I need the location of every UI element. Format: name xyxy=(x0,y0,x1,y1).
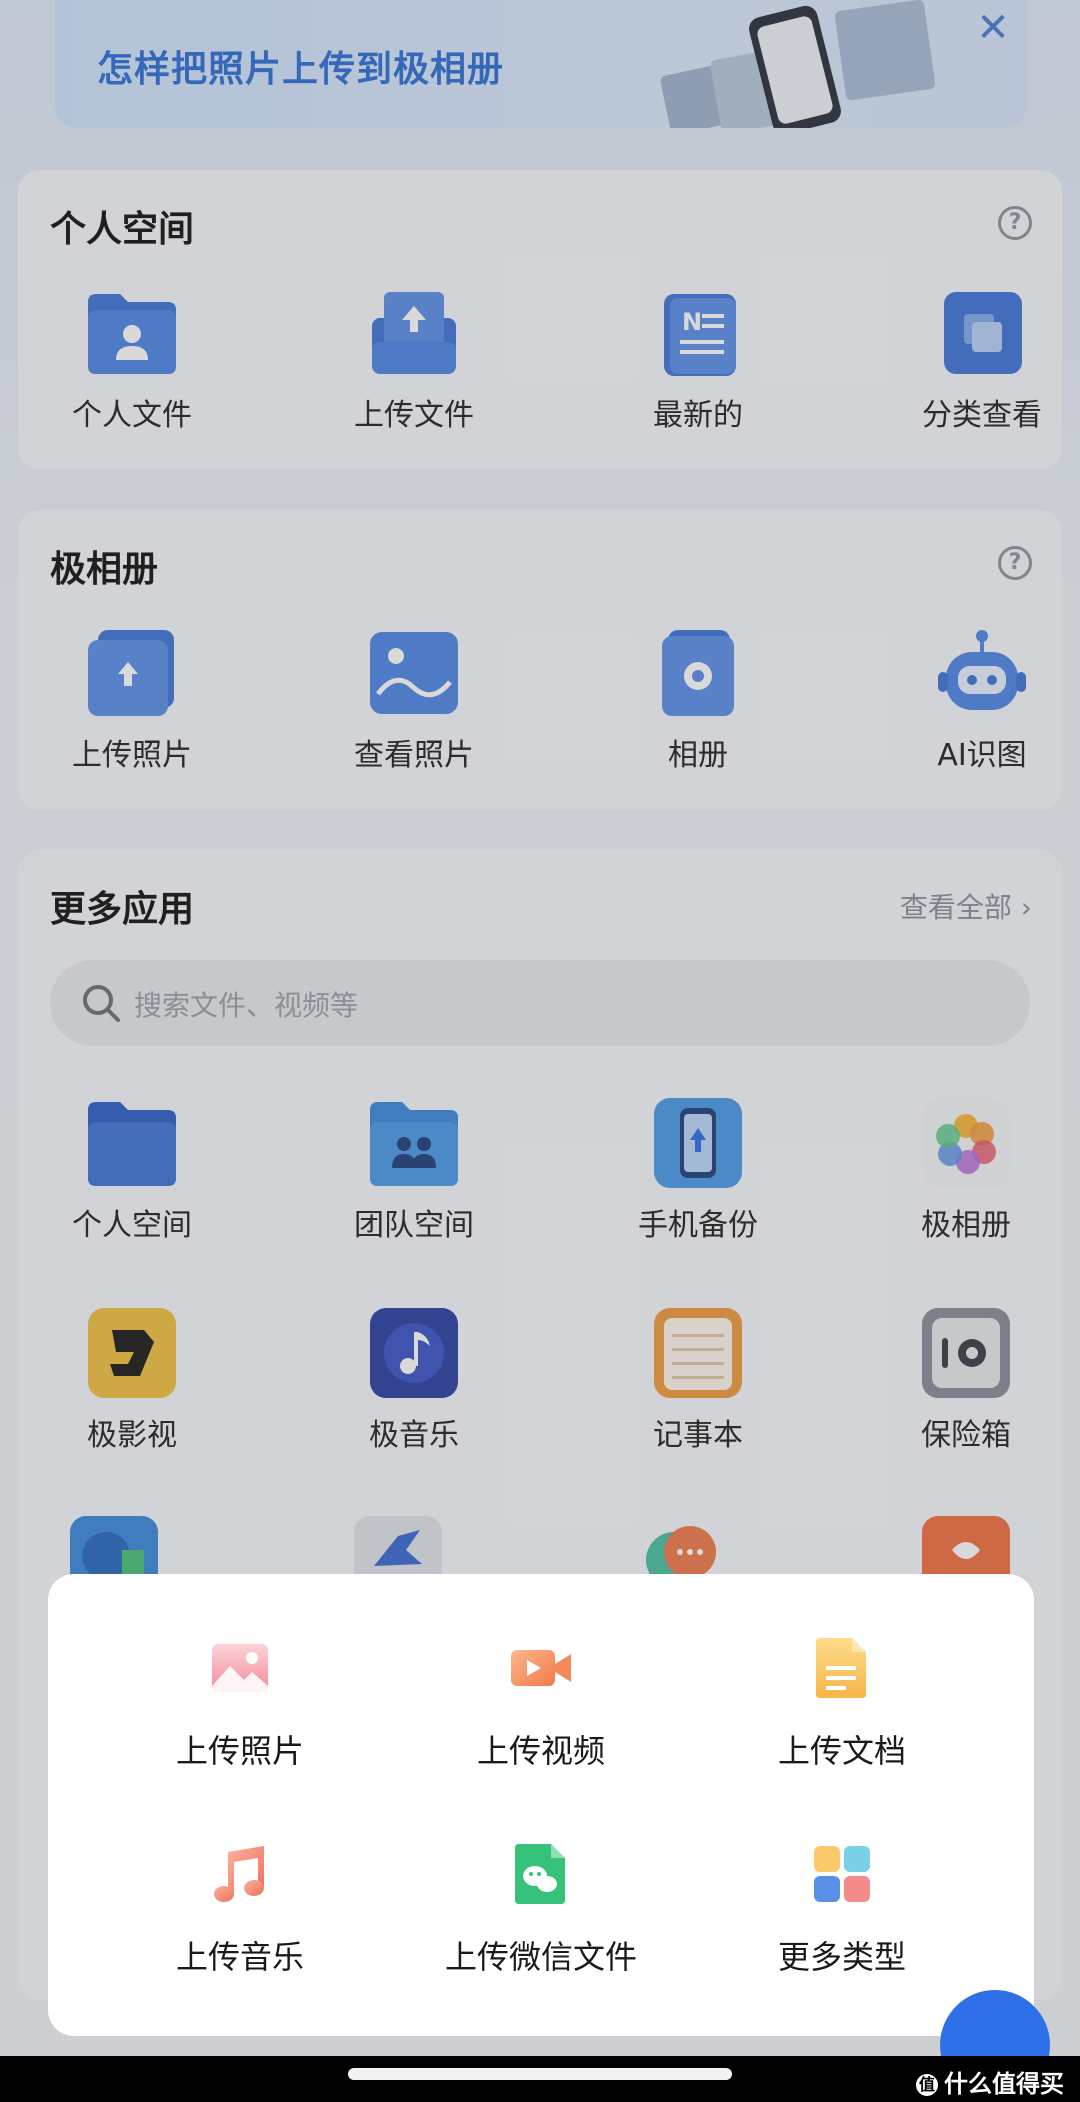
upload-wechat-file-option[interactable]: 上传微信文件 xyxy=(377,1842,705,2012)
upload-wechat-file-label: 上传微信文件 xyxy=(444,1938,637,1976)
more-types-icon xyxy=(814,1846,870,1902)
upload-photo-option[interactable]: 上传照片 xyxy=(76,1636,404,1806)
home-indicator[interactable] xyxy=(348,2068,732,2080)
wechat-file-icon xyxy=(515,1844,565,1904)
upload-music-label: 上传音乐 xyxy=(175,1938,304,1976)
upload-document-option[interactable]: 上传文档 xyxy=(678,1636,1006,1806)
music-icon xyxy=(214,1846,264,1902)
watermark-text: 什么值得买 xyxy=(944,2070,1064,2098)
upload-video-option[interactable]: 上传视频 xyxy=(377,1636,705,1806)
upload-type-sheet: 上传照片 上传视频 上传文档 上传音乐 上传微信文件 更多类型 xyxy=(48,1574,1034,2036)
video-icon xyxy=(511,1650,571,1686)
document-icon xyxy=(816,1638,866,1698)
more-types-option[interactable]: 更多类型 xyxy=(678,1842,1006,2012)
upload-video-label: 上传视频 xyxy=(476,1732,605,1770)
watermark: 值什么值得买 xyxy=(916,2064,1064,2099)
upload-music-option[interactable]: 上传音乐 xyxy=(76,1842,404,2012)
image-icon xyxy=(212,1644,268,1692)
watermark-logo-icon: 值 xyxy=(916,2074,938,2096)
upload-photo-label: 上传照片 xyxy=(175,1732,304,1770)
upload-document-label: 上传文档 xyxy=(777,1732,906,1770)
more-types-label: 更多类型 xyxy=(777,1938,906,1976)
